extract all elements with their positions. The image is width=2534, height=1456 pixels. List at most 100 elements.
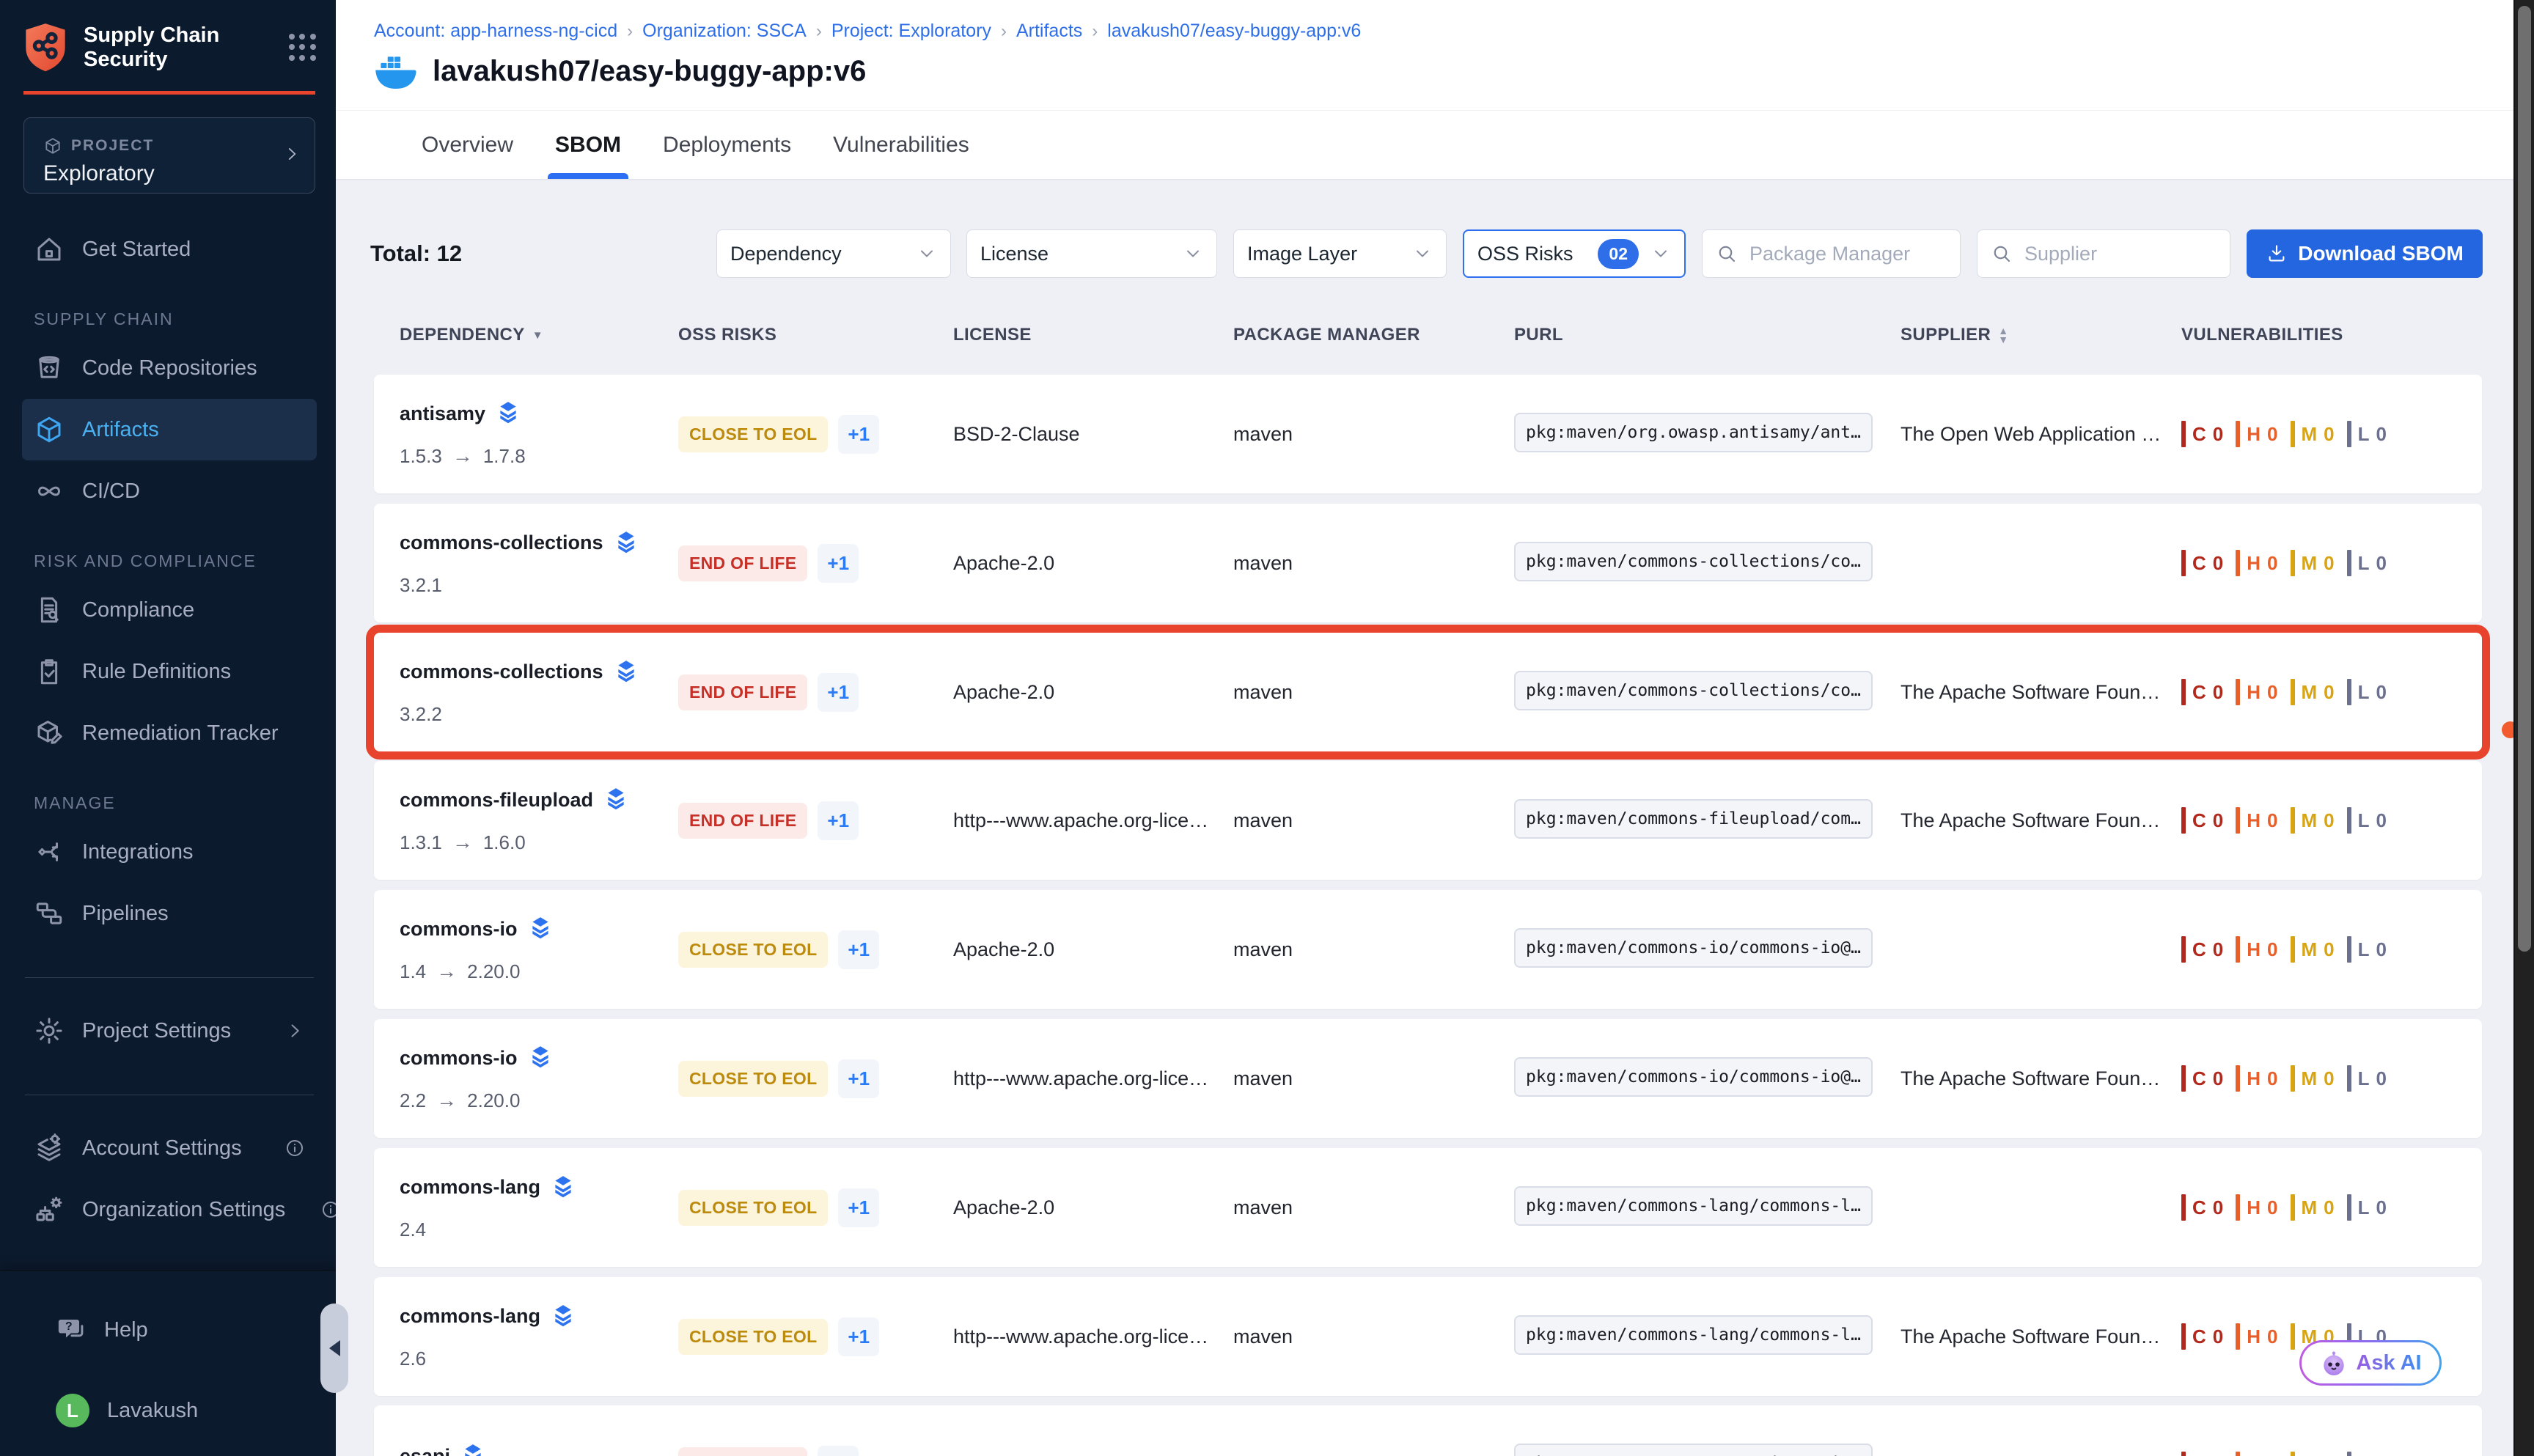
table-row[interactable]: commons-lang2.6CLOSE TO EOL+1http---www.… <box>374 1277 2482 1396</box>
vuln-separator <box>2236 679 2240 705</box>
purl-value[interactable]: pkg:maven/commons-lang/commons-l… <box>1514 1186 1873 1226</box>
vuln-number: 0 <box>2376 1067 2387 1090</box>
dependency-cell: commons-lang2.6 <box>400 1277 678 1396</box>
table-row[interactable]: commons-lang2.4CLOSE TO EOL+1Apache-2.0m… <box>374 1148 2482 1267</box>
table-row[interactable]: esapiEND OF LIFE+1BSD-Creative Commons-A… <box>374 1405 2482 1456</box>
vuln-count-l: L0 <box>2347 1452 2387 1456</box>
sidebar-item-pipelines[interactable]: Pipelines <box>22 883 317 944</box>
vuln-number: 0 <box>2267 681 2277 704</box>
risk-extra-badge[interactable]: +1 <box>838 1059 879 1098</box>
vuln-number: 0 <box>2376 681 2387 704</box>
sidebar-item-rule-definitions[interactable]: Rule Definitions <box>22 641 317 702</box>
risk-extra-badge[interactable]: +1 <box>818 801 859 840</box>
risk-extra-badge[interactable]: +1 <box>818 673 859 712</box>
sidebar-item-label: Integrations <box>82 840 194 864</box>
filter-dependency[interactable]: Dependency <box>716 229 951 278</box>
version-from: 3.2.2 <box>400 703 442 726</box>
sidebar-item-artifacts[interactable]: Artifacts <box>22 399 317 460</box>
column-label: PACKAGE MANAGER <box>1233 325 1420 345</box>
column-header-package-manager[interactable]: PACKAGE MANAGER <box>1233 325 1514 345</box>
table-row[interactable]: commons-fileupload1.3.1→1.6.0END OF LIFE… <box>374 761 2482 880</box>
dependency-cell: esapi <box>400 1405 678 1456</box>
breadcrumb-link[interactable]: lavakush07/easy-buggy-app:v6 <box>1107 21 1361 42</box>
filter-license[interactable]: License <box>966 229 1217 278</box>
module-grid-icon[interactable] <box>289 34 317 62</box>
ask-ai-button[interactable]: Ask AI <box>2299 1340 2442 1386</box>
breadcrumb-link[interactable]: Project: Exploratory <box>831 21 991 42</box>
tab-overview[interactable]: Overview <box>422 111 513 179</box>
sidebar-item-code-repositories[interactable]: Code Repositories <box>22 337 317 399</box>
table-row[interactable]: commons-collections3.2.1END OF LIFE+1Apa… <box>374 504 2482 622</box>
vuln-letter: H <box>2247 1454 2261 1456</box>
tab-vulnerabilities[interactable]: Vulnerabilities <box>833 111 969 179</box>
license-cell: BSD-2-Clause <box>953 423 1233 446</box>
sidebar-divider <box>25 977 314 978</box>
dependency-name: commons-collections <box>400 530 678 556</box>
filter-image-layer[interactable]: Image Layer <box>1233 229 1447 278</box>
breadcrumb-link[interactable]: Organization: SSCA <box>642 21 807 42</box>
tab-deployments[interactable]: Deployments <box>663 111 791 179</box>
vuln-letter: C <box>2192 423 2206 446</box>
purl-value[interactable]: pkg:maven/commons-io/commons-io@… <box>1514 928 1873 968</box>
risk-badge: END OF LIFE <box>678 674 807 710</box>
sidebar-item-remediation-tracker[interactable]: Remediation Tracker <box>22 702 317 764</box>
download-sbom-button[interactable]: Download SBOM <box>2247 229 2483 278</box>
breadcrumb-link[interactable]: Account: app-harness-ng-cicd <box>374 21 617 42</box>
tab-sbom[interactable]: SBOM <box>555 111 621 179</box>
filter-oss-risks[interactable]: OSS Risks02 <box>1463 229 1686 278</box>
risk-extra-badge[interactable]: +1 <box>838 1317 879 1356</box>
table-row[interactable]: commons-collections3.2.2END OF LIFE+1Apa… <box>374 633 2482 751</box>
package-manager-cell: maven <box>1233 1196 1514 1219</box>
column-header-dependency[interactable]: DEPENDENCY▼ <box>400 325 678 345</box>
purl-value[interactable]: pkg:maven/commons-io/commons-io@… <box>1514 1057 1873 1097</box>
vulnerabilities-cell: C0H0M0L0 <box>2181 1065 2456 1092</box>
search-supplier[interactable] <box>1977 229 2230 278</box>
sidebar-item-compliance[interactable]: Compliance <box>22 579 317 641</box>
project-selector[interactable]: PROJECT Exploratory <box>23 117 315 194</box>
breadcrumb-link[interactable]: Artifacts <box>1016 21 1082 42</box>
purl-value[interactable]: pkg:maven/org.owasp.antisamy/ant… <box>1514 413 1873 452</box>
search-input-package-manager[interactable] <box>1748 242 1947 266</box>
sidebar-item-project-settings[interactable]: Project Settings <box>22 1000 317 1062</box>
sidebar-nav: Get StartedSUPPLY CHAINCode Repositories… <box>22 218 317 1240</box>
column-header-oss-risks[interactable]: OSS RISKS <box>678 325 953 345</box>
home-icon <box>34 234 65 265</box>
purl-value[interactable]: pkg:maven/commons-lang/commons-l… <box>1514 1315 1873 1355</box>
sidebar-collapse-handle[interactable] <box>320 1304 348 1393</box>
sidebar-item-organization-settings[interactable]: Organization Settings <box>22 1179 317 1240</box>
risk-extra-badge[interactable]: +1 <box>838 930 879 969</box>
column-header-purl[interactable]: PURL <box>1514 325 1900 345</box>
column-header-supplier[interactable]: SUPPLIER▲▼ <box>1900 325 2181 345</box>
sidebar-item-account-settings[interactable]: Account Settings <box>22 1117 317 1179</box>
vuln-number: 0 <box>2267 938 2277 961</box>
risk-extra-badge[interactable]: +1 <box>838 1188 879 1227</box>
purl-value[interactable]: pkg:maven/commons-collections/co… <box>1514 671 1873 710</box>
vertical-scrollbar[interactable] <box>2513 0 2534 1456</box>
sidebar-item-integrations[interactable]: Integrations <box>22 821 317 883</box>
search-package-manager[interactable] <box>1702 229 1961 278</box>
search-input-supplier[interactable] <box>2023 242 2217 266</box>
dependency-cell: commons-collections3.2.2 <box>400 633 678 751</box>
vuln-number: 0 <box>2324 1196 2334 1219</box>
table-row[interactable]: commons-io2.2→2.20.0CLOSE TO EOL+1http--… <box>374 1019 2482 1138</box>
purl-value[interactable]: pkg:maven/commons-fileupload/com… <box>1514 799 1873 839</box>
column-header-license[interactable]: LICENSE <box>953 325 1233 345</box>
vuln-count-m: M0 <box>2291 1194 2335 1221</box>
scrollbar-thumb[interactable] <box>2518 6 2531 952</box>
purl-value[interactable]: pkg:maven/commons-collections/co… <box>1514 542 1873 581</box>
table-row[interactable]: antisamy1.5.3→1.7.8CLOSE TO EOL+1BSD-2-C… <box>374 375 2482 493</box>
vuln-number: 0 <box>2213 1067 2223 1090</box>
risk-extra-badge[interactable]: +1 <box>838 415 879 454</box>
purl-value[interactable]: pkg:maven/org.owasp.esapi/esapi@… <box>1514 1444 1873 1456</box>
package-manager-cell: maven <box>1233 423 1514 446</box>
risk-extra-badge[interactable]: +1 <box>818 1446 859 1456</box>
sidebar-item-help[interactable]: ? Help <box>44 1299 298 1361</box>
user-menu[interactable]: L Lavakush <box>44 1380 298 1441</box>
risk-extra-badge[interactable]: +1 <box>818 544 859 583</box>
breadcrumb-separator: › <box>807 21 831 42</box>
dependency-cell: commons-io2.2→2.20.0 <box>400 1019 678 1138</box>
column-header-vulnerabilities[interactable]: VULNERABILITIES <box>2181 325 2456 345</box>
sidebar-item-get-started[interactable]: Get Started <box>22 218 317 280</box>
sidebar-item-cicd[interactable]: CI/CD <box>22 460 317 522</box>
table-row[interactable]: commons-io1.4→2.20.0CLOSE TO EOL+1Apache… <box>374 890 2482 1009</box>
